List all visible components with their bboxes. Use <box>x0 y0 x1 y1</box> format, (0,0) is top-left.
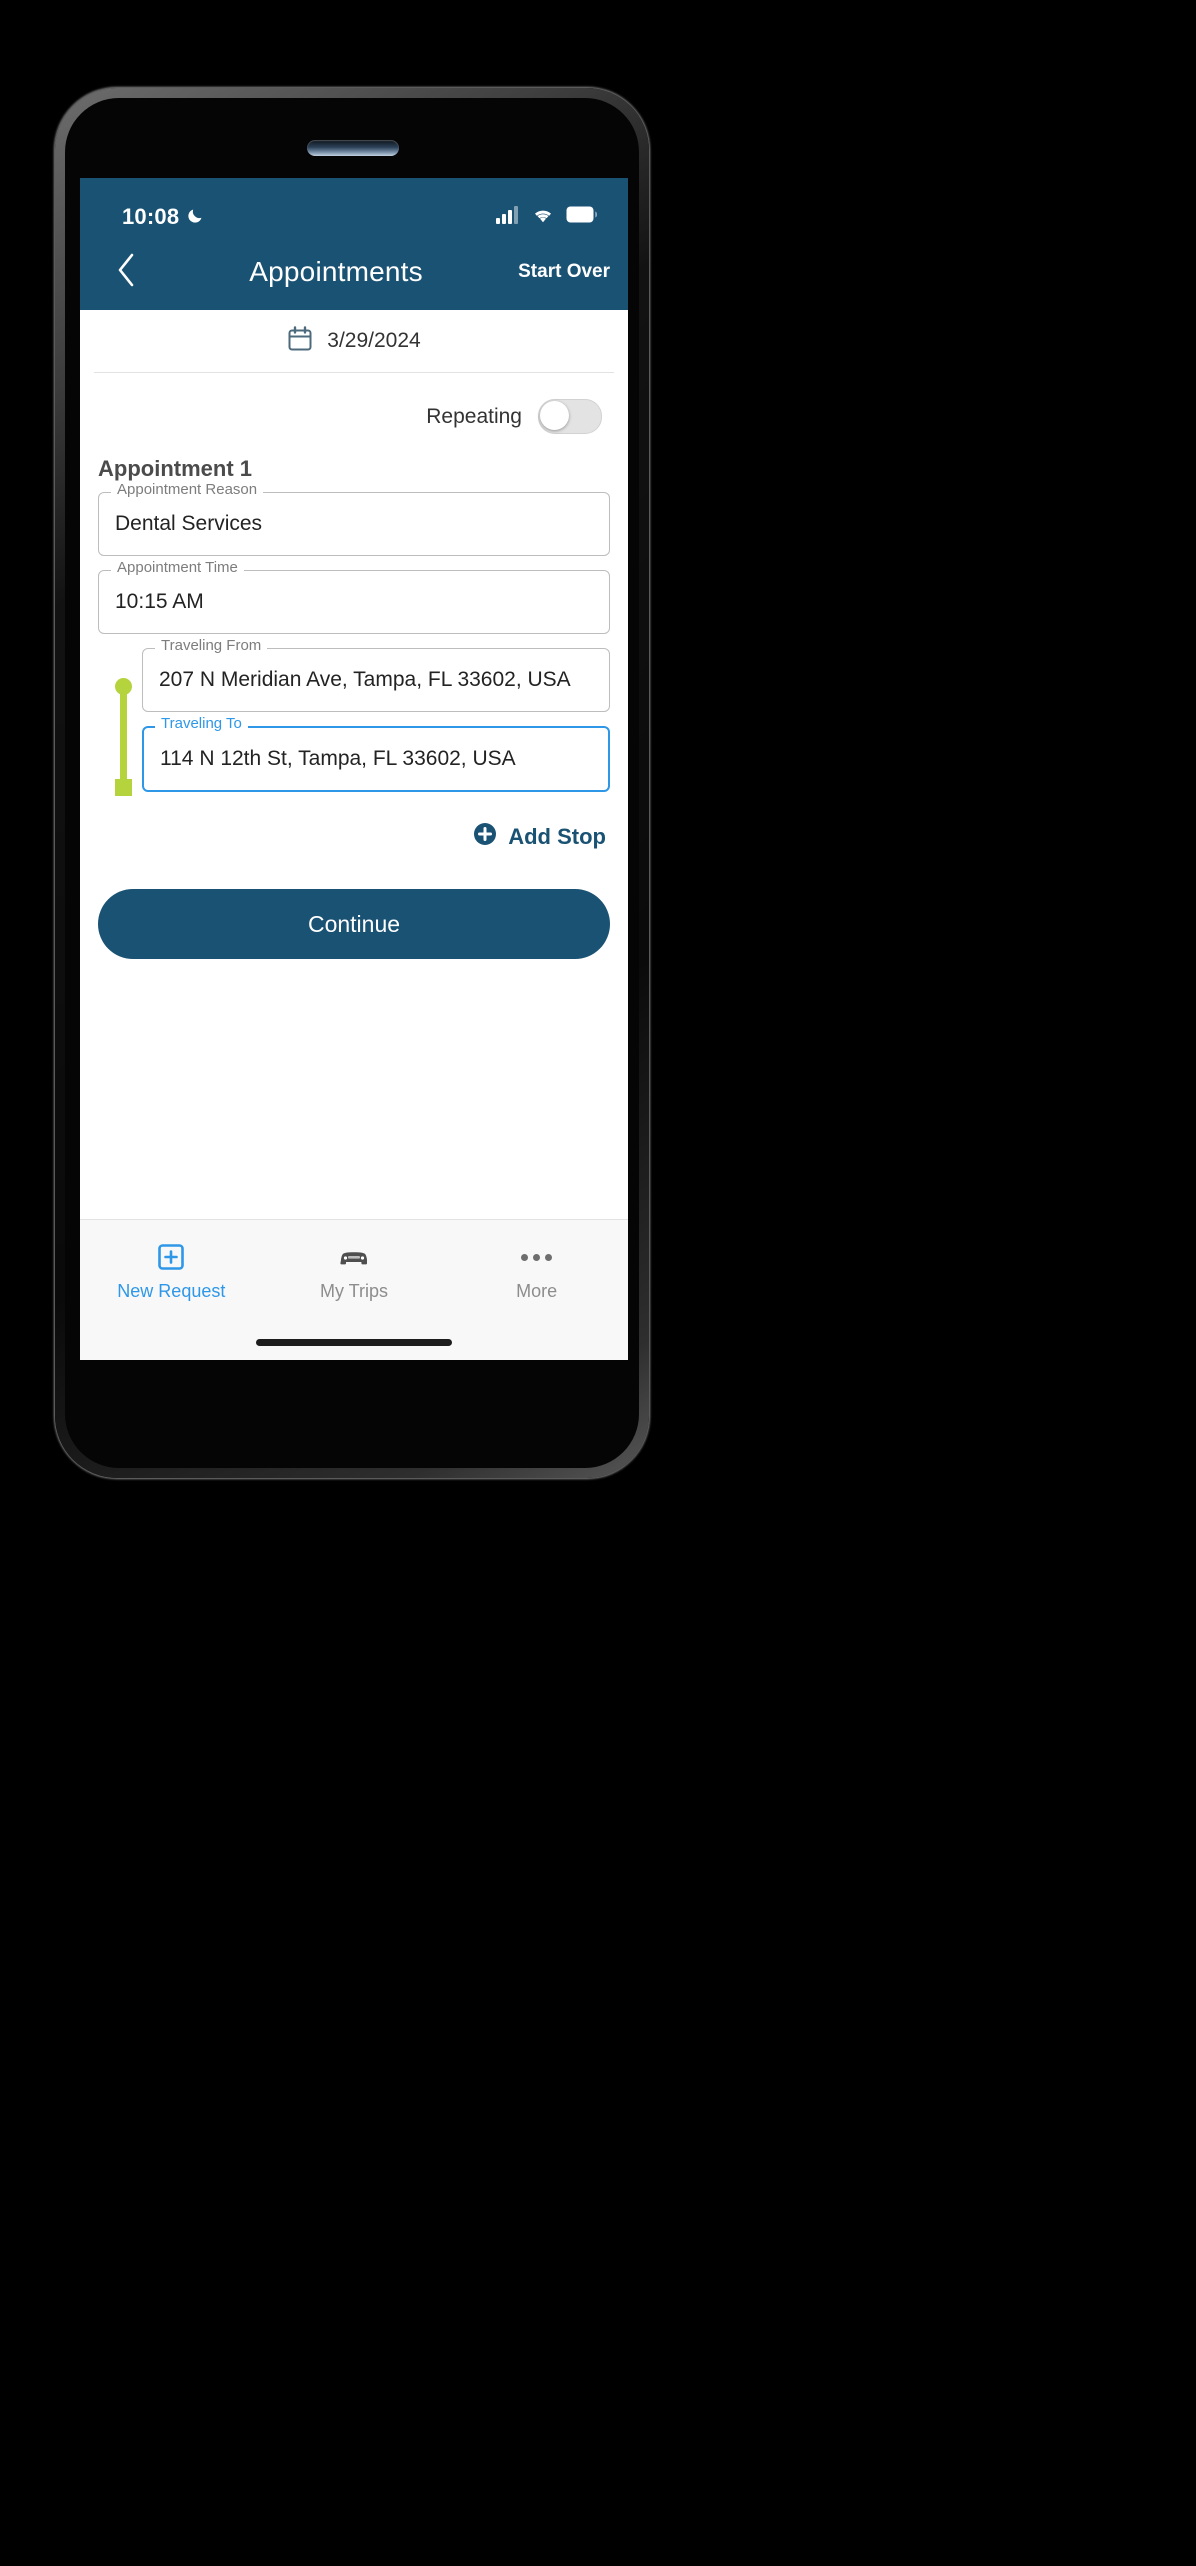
phone-device-frame: 10:08 Appointments Start Over 3/29/2024 … <box>55 88 649 1478</box>
repeating-row: Repeating <box>80 373 628 444</box>
cellular-signal-icon <box>496 205 520 229</box>
route-block: Traveling From 207 N Meridian Ave, Tampa… <box>80 638 628 806</box>
bottom-tab-bar: New Request My Trips More <box>80 1219 628 1324</box>
status-bar: 10:08 <box>80 200 628 234</box>
appointment-reason-label: Appointment Reason <box>111 482 264 497</box>
date-selector[interactable]: 3/29/2024 <box>94 310 614 373</box>
chevron-left-icon <box>115 252 137 293</box>
status-time: 10:08 <box>122 204 180 229</box>
appointment-time-input[interactable]: 10:15 AM <box>98 570 610 634</box>
car-icon <box>337 1242 371 1272</box>
start-over-button[interactable]: Start Over <box>518 261 616 283</box>
home-indicator-area <box>80 1324 628 1360</box>
appointment-time-field[interactable]: Appointment Time 10:15 AM <box>98 560 610 634</box>
page-title: Appointments <box>249 256 423 287</box>
appointment-reason-value: Dental Services <box>115 512 263 535</box>
back-button[interactable] <box>98 252 154 293</box>
tab-new-request-label: New Request <box>117 1281 226 1301</box>
plus-circle-icon <box>473 822 497 851</box>
appointment-time-value: 10:15 AM <box>115 590 204 613</box>
traveling-from-label: Traveling From <box>155 638 268 653</box>
wifi-icon <box>531 206 555 229</box>
ellipsis-icon <box>521 1242 553 1272</box>
appointment-time-label: Appointment Time <box>111 560 244 575</box>
speaker-grille <box>307 140 399 156</box>
battery-icon <box>566 206 598 228</box>
route-indicator <box>112 678 134 796</box>
add-stop-label: Add Stop <box>508 823 606 849</box>
selected-date: 3/29/2024 <box>327 329 421 352</box>
crescent-moon-icon <box>186 205 206 230</box>
traveling-to-input[interactable]: 114 N 12th St, Tampa, FL 33602, USA <box>142 726 610 792</box>
traveling-from-value: 207 N Meridian Ave, Tampa, FL 33602, USA <box>159 668 571 691</box>
app-header: 10:08 Appointments Start Over <box>80 178 628 310</box>
tab-more[interactable]: More <box>445 1242 628 1302</box>
traveling-from-field[interactable]: Traveling From 207 N Meridian Ave, Tampa… <box>142 638 610 712</box>
add-stop-button[interactable]: Add Stop <box>80 806 628 851</box>
traveling-from-input[interactable]: 207 N Meridian Ave, Tampa, FL 33602, USA <box>142 648 610 712</box>
navigation-bar: Appointments Start Over <box>80 234 628 310</box>
status-right <box>496 205 598 229</box>
tab-more-label: More <box>516 1281 558 1301</box>
traveling-to-value: 114 N 12th St, Tampa, FL 33602, USA <box>160 747 516 770</box>
traveling-to-field[interactable]: Traveling To 114 N 12th St, Tampa, FL 33… <box>142 716 610 792</box>
boxed-plus-icon <box>156 1242 186 1272</box>
appointment-reason-field[interactable]: Appointment Reason Dental Services <box>98 482 610 556</box>
toggle-knob <box>540 401 569 430</box>
phone-screen: 10:08 Appointments Start Over 3/29/2024 … <box>80 178 628 1360</box>
status-left: 10:08 <box>122 204 206 230</box>
tab-new-request[interactable]: New Request <box>80 1242 263 1302</box>
route-destination-square-icon <box>115 779 132 796</box>
tab-my-trips[interactable]: My Trips <box>263 1242 446 1302</box>
traveling-to-label: Traveling To <box>155 716 248 731</box>
repeating-toggle[interactable] <box>538 399 602 434</box>
home-indicator[interactable] <box>256 1338 452 1346</box>
appointment-reason-input[interactable]: Dental Services <box>98 492 610 556</box>
calendar-icon <box>287 325 313 357</box>
route-origin-dot-icon <box>115 678 132 695</box>
continue-button[interactable]: Continue <box>98 889 610 959</box>
content-area: 3/29/2024 Repeating Appointment 1 Appoin… <box>80 310 628 1219</box>
tab-my-trips-label: My Trips <box>320 1281 389 1301</box>
route-line <box>120 688 127 788</box>
repeating-label: Repeating <box>426 404 522 428</box>
